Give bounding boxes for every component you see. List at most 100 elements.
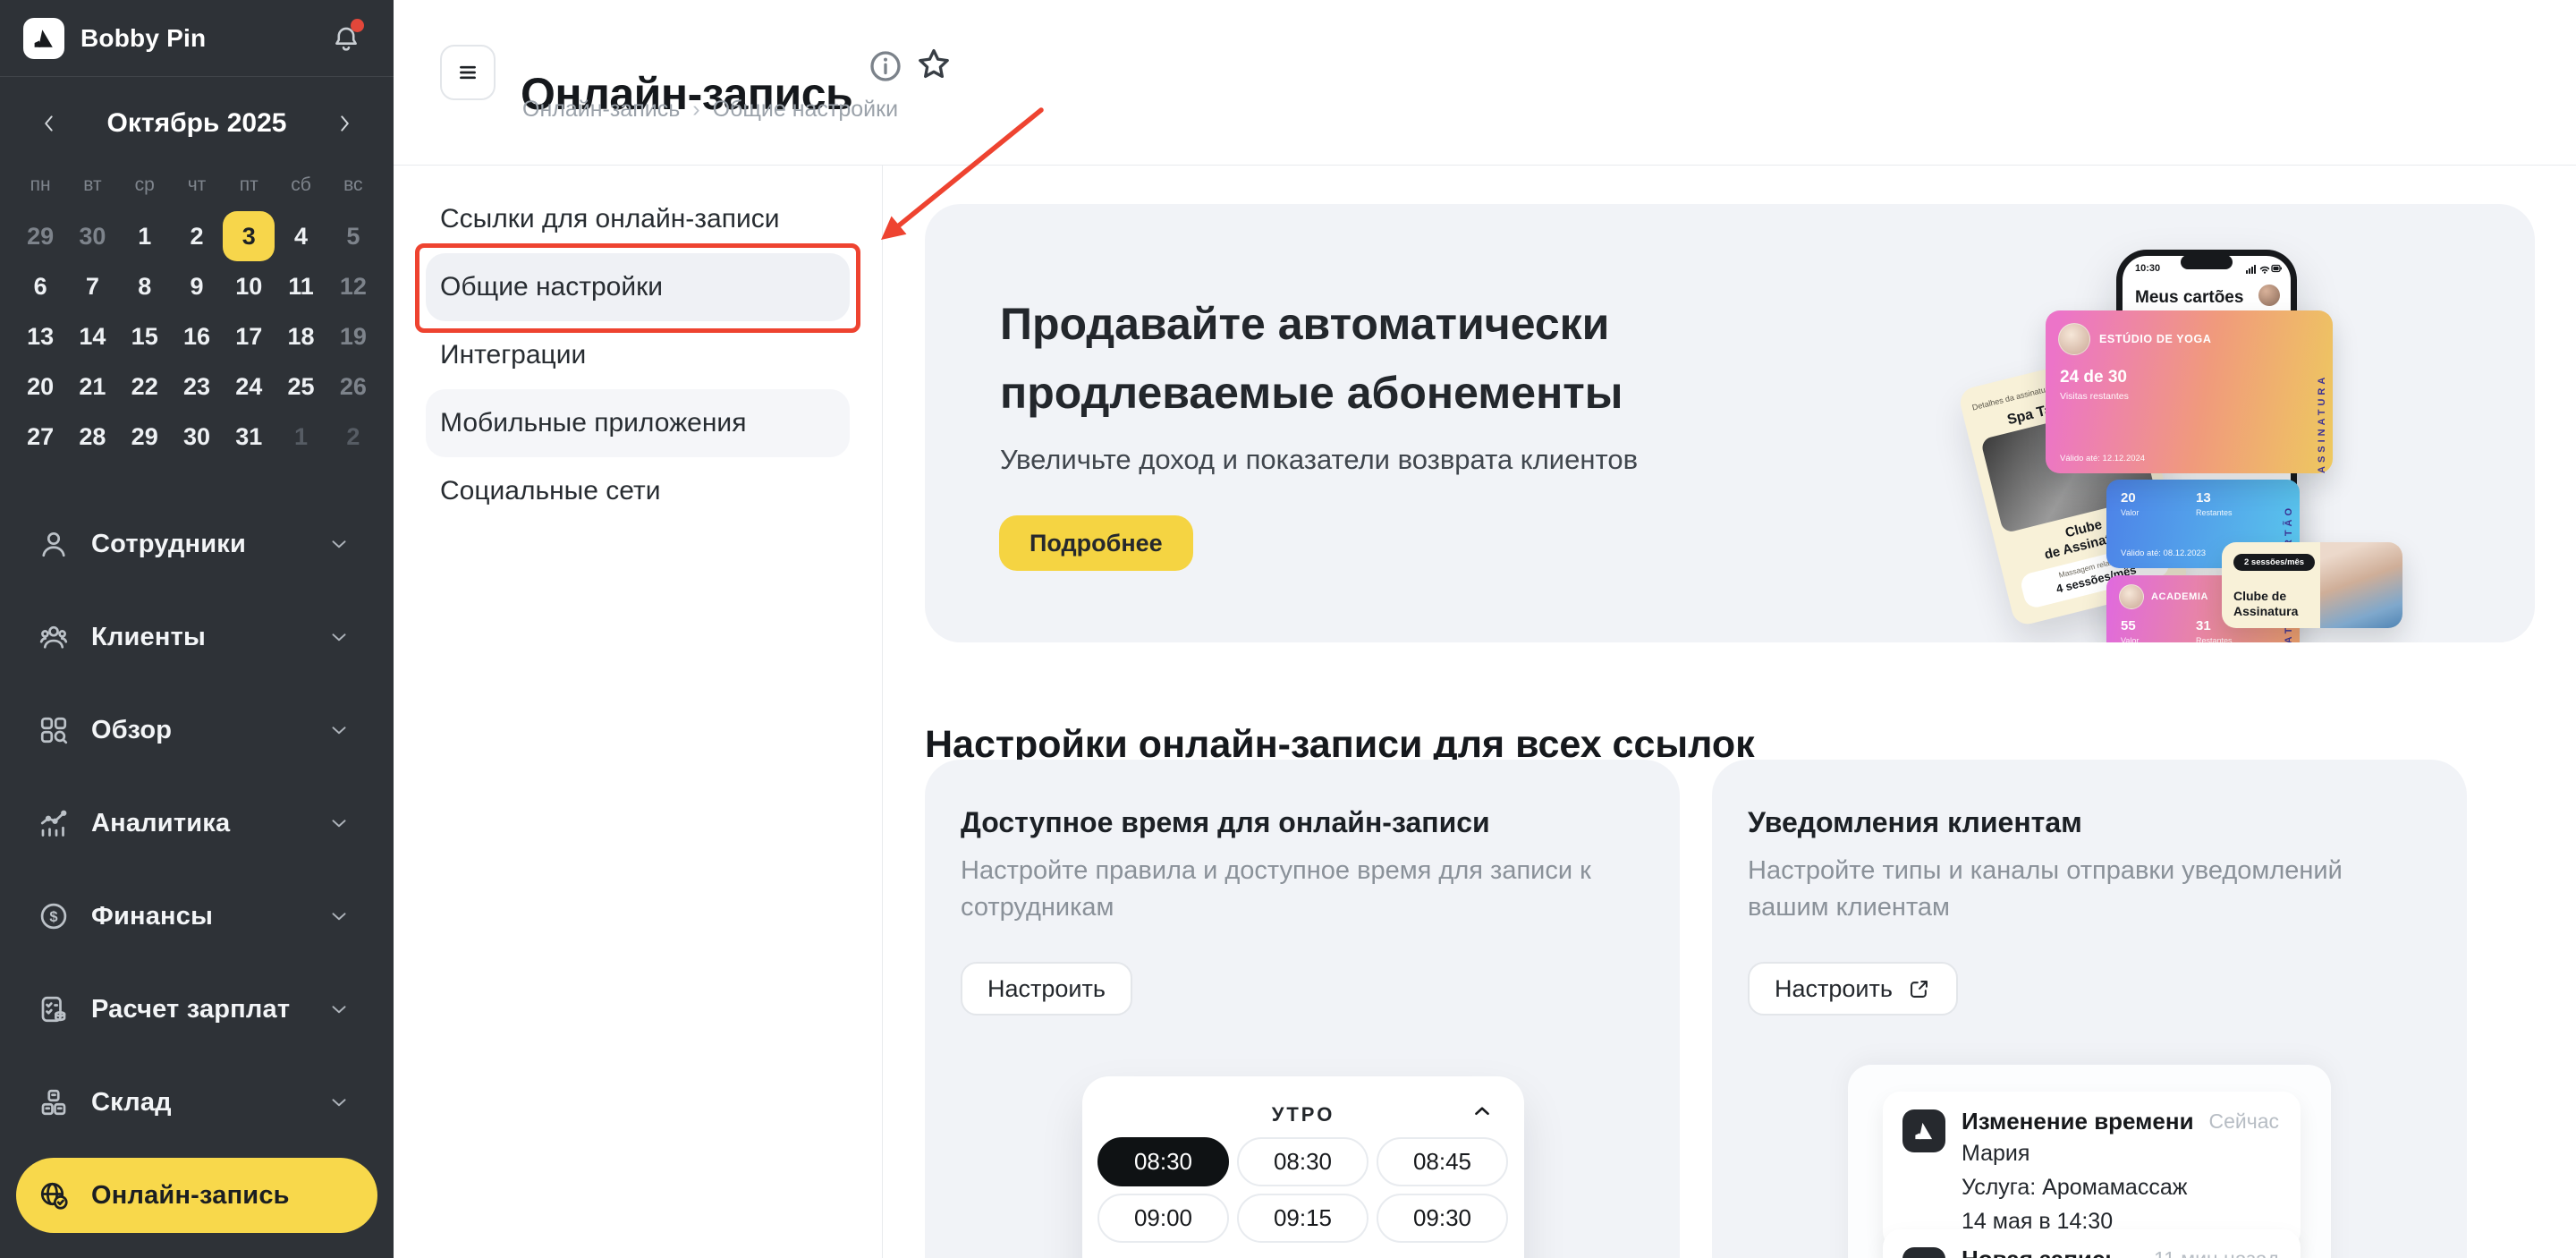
notification-time: Сейчас	[2208, 1109, 2279, 1134]
chevron-down-icon	[327, 1091, 351, 1114]
sidebar-menu-item[interactable]: Сотрудники	[0, 506, 394, 582]
phone-status-icons	[2246, 263, 2282, 274]
breadcrumb: Онлайн-запись › Общие настройки	[522, 97, 898, 123]
calendar-day[interactable]: 18	[275, 311, 326, 361]
calendar-day[interactable]: 24	[223, 361, 275, 412]
time-slot-pill: 08:30	[1237, 1137, 1368, 1186]
chevron-down-icon	[327, 998, 351, 1021]
sidebar-menu-item[interactable]: $ Финансы	[0, 879, 394, 954]
calendar-day[interactable]: 13	[14, 311, 66, 361]
sidebar-menu-item-label: Клиенты	[91, 623, 206, 652]
sidebar-menu-item-label: Склад	[91, 1088, 172, 1118]
sidebar-menu-item[interactable]: Аналитика	[0, 786, 394, 861]
calendar-day[interactable]: 19	[327, 311, 379, 361]
app-root: Bobby Pin Октябрь 2025 пнвтсрчтптсбвс 29…	[0, 0, 2576, 1258]
calendar-weekday-label: вс	[327, 170, 379, 200]
notification-preview: Изменение времени Сейчас Мария Услуга: А…	[1883, 1092, 2301, 1249]
info-icon[interactable]	[868, 48, 903, 84]
promo-details-button[interactable]: Подробнее	[999, 515, 1193, 571]
calendar-day[interactable]: 3	[223, 211, 275, 261]
calendar-weekday-label: сб	[275, 170, 326, 200]
sidebar-menu-item-label: Расчет зарплат	[91, 995, 290, 1024]
person-icon	[38, 528, 70, 560]
settings-nav-item-label: Общие настройки	[440, 272, 663, 302]
calendar-day[interactable]: 16	[171, 311, 223, 361]
calendar-prev-button[interactable]	[38, 112, 61, 135]
notifications-preview-panel: Изменение времени Сейчас Мария Услуга: А…	[1848, 1065, 2331, 1258]
calendar-next-button[interactable]	[333, 112, 356, 135]
sidebar-menu-item[interactable]: Расчет зарплат	[0, 972, 394, 1047]
calendar-day[interactable]: 15	[119, 311, 171, 361]
page-menu-button[interactable]	[440, 45, 496, 100]
calendar-day[interactable]: 29	[14, 211, 66, 261]
notifications-bell-button[interactable]	[331, 23, 361, 54]
calendar-day[interactable]: 2	[327, 412, 379, 462]
time-slots-preview: УТРО 08:3008:3008:4509:0009:1509:30	[1082, 1076, 1524, 1258]
calendar-day[interactable]: 7	[66, 261, 118, 311]
calendar-day[interactable]: 25	[275, 361, 326, 412]
calendar-day[interactable]: 10	[223, 261, 275, 311]
time-slot-pill: 09:30	[1377, 1194, 1508, 1243]
calendar-day[interactable]: 1	[275, 412, 326, 462]
calendar-day[interactable]: 1	[119, 211, 171, 261]
calendar-day[interactable]: 23	[171, 361, 223, 412]
svg-text:$: $	[49, 909, 57, 925]
logo-glyph	[1912, 1119, 1936, 1143]
calendar-grid: 2930123456789101112131415161718192021222…	[14, 211, 379, 462]
sidebar-menu-item[interactable]: Клиенты	[0, 599, 394, 675]
calendar-day[interactable]: 11	[275, 261, 326, 311]
menu-icon	[455, 60, 480, 85]
giftcard-value: 20	[2121, 490, 2136, 506]
notifications-configure-button[interactable]: Настроить	[1748, 962, 1958, 1016]
sidebar-menu-item-label: Сотрудники	[91, 530, 246, 559]
settings-nav-item[interactable]: Мобильные приложения	[426, 389, 850, 457]
calendar-day[interactable]: 17	[223, 311, 275, 361]
notification-line: Услуга: Аромамассаж	[1962, 1170, 2279, 1204]
breadcrumb-item-parent[interactable]: Онлайн-запись	[522, 97, 680, 123]
calendar-day[interactable]: 2	[171, 211, 223, 261]
calendar-day[interactable]: 31	[223, 412, 275, 462]
chevron-down-icon	[327, 812, 351, 835]
settings-nav-item[interactable]: Ссылки для онлайн-записи	[426, 185, 850, 253]
breadcrumb-separator: ›	[692, 97, 699, 123]
sidebar-menu-item[interactable]: Склад	[0, 1065, 394, 1140]
finance-icon: $	[38, 900, 70, 932]
calendar-day[interactable]: 22	[119, 361, 171, 412]
calendar-day[interactable]: 8	[119, 261, 171, 311]
calendar-day[interactable]: 12	[327, 261, 379, 311]
calendar-header: Октябрь 2025	[0, 88, 394, 159]
settings-nav-divider	[882, 166, 883, 1258]
warehouse-icon	[38, 1086, 70, 1118]
calendar-weekday-label: пн	[14, 170, 66, 200]
calendar-day[interactable]: 20	[14, 361, 66, 412]
availability-configure-button[interactable]: Настроить	[961, 962, 1132, 1016]
time-slot-grid: 08:3008:3008:4509:0009:1509:30	[1097, 1137, 1509, 1243]
calendar-day[interactable]: 30	[171, 412, 223, 462]
settings-nav-item[interactable]: Интеграции	[426, 321, 850, 389]
calendar-day[interactable]: 6	[14, 261, 66, 311]
calendar-day[interactable]: 30	[66, 211, 118, 261]
calendar-day[interactable]: 9	[171, 261, 223, 311]
calendar-day[interactable]: 14	[66, 311, 118, 361]
club-sessions-pill: 2 sessões/mês	[2233, 554, 2315, 571]
calendar-day[interactable]: 5	[327, 211, 379, 261]
calendar-day[interactable]: 28	[66, 412, 118, 462]
settings-nav-item[interactable]: Социальные сети	[426, 457, 850, 525]
sidebar-menu-item[interactable]: Обзор	[0, 693, 394, 768]
calendar-day[interactable]: 26	[327, 361, 379, 412]
calendar-day[interactable]: 21	[66, 361, 118, 412]
club-subscription-card: 2 sessões/mês Clube de Assinatura	[2222, 542, 2402, 628]
giftcard-valid-label: Válido até: 08.12.2023	[2121, 548, 2206, 558]
sidebar-menu-item[interactable]: Онлайн-запись	[16, 1158, 377, 1233]
giftcard-remaining-label: Restantes	[2196, 508, 2233, 517]
giftcard-value-label: Valor	[2121, 508, 2139, 517]
calendar-day[interactable]: 4	[275, 211, 326, 261]
settings-nav-item-label: Ссылки для онлайн-записи	[440, 204, 780, 234]
promo-banner-title: Продавайте автоматически продлеваемые аб…	[1000, 290, 1623, 428]
settings-nav-item[interactable]: Общие настройки	[426, 253, 850, 321]
breadcrumb-item-current: Общие настройки	[713, 97, 898, 123]
calendar-day[interactable]: 27	[14, 412, 66, 462]
favorite-star-icon[interactable]	[914, 45, 953, 84]
phone-user-avatar	[2258, 285, 2280, 306]
calendar-day[interactable]: 29	[119, 412, 171, 462]
